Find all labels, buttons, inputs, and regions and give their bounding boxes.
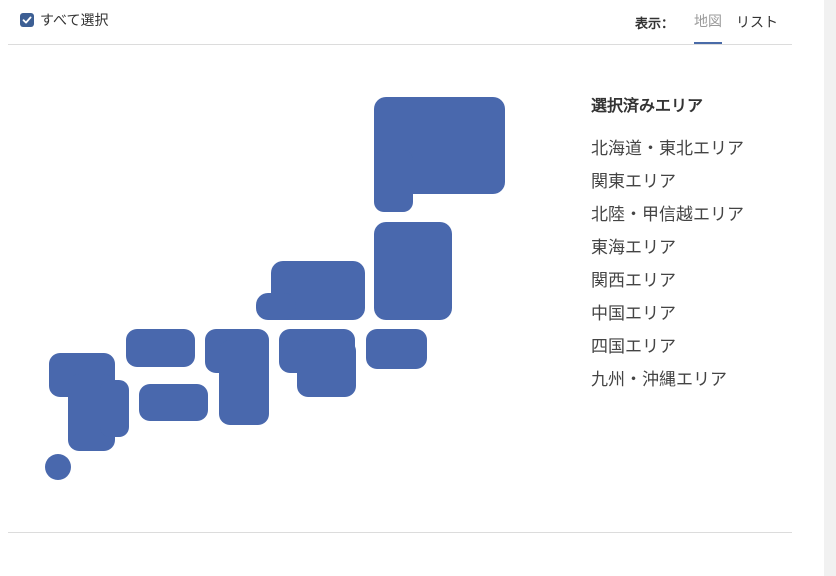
- region-shikoku[interactable]: [126, 329, 208, 421]
- list-item: 東海エリア: [591, 238, 676, 258]
- view-switch: 表示： 地図 リスト: [635, 0, 778, 44]
- selected-areas-list: 北海道・東北エリア 関東エリア 北陸・甲信越エリア 東海エリア 関西エリア 中国…: [591, 138, 791, 402]
- scrollbar-track[interactable]: [824, 0, 836, 576]
- selected-areas-title: 選択済みエリア: [591, 96, 704, 115]
- region-kansai[interactable]: [279, 329, 356, 397]
- list-item: 中国エリア: [591, 304, 676, 324]
- list-item: 関西エリア: [591, 271, 676, 291]
- region-chugoku[interactable]: [205, 329, 269, 425]
- area-selector-page: すべて選択 表示： 地図 リスト 選択済みエリア 北海道・東北エリア 関東エリア…: [0, 0, 836, 576]
- tab-map[interactable]: 地図: [694, 0, 722, 44]
- japan-region-map: [45, 97, 505, 480]
- list-item: 北陸・甲信越エリア: [591, 205, 744, 225]
- region-tokai[interactable]: [366, 329, 427, 369]
- view-label: 表示：: [634, 16, 674, 32]
- region-hokuriku-koshinetsu[interactable]: [256, 261, 365, 320]
- region-kanto[interactable]: [374, 222, 452, 320]
- region-kyushu-okinawa[interactable]: [45, 353, 129, 480]
- footer-divider: [8, 532, 792, 533]
- list-item: 北海道・東北エリア: [591, 139, 744, 159]
- list-item: 四国エリア: [591, 337, 676, 357]
- list-item: 関東エリア: [591, 172, 676, 192]
- selected-areas-panel: 選択済みエリア 北海道・東北エリア 関東エリア 北陸・甲信越エリア 東海エリア …: [591, 92, 791, 402]
- region-hokkaido-tohoku[interactable]: [374, 97, 505, 212]
- list-item: 九州・沖縄エリア: [591, 370, 727, 390]
- tab-list[interactable]: リスト: [736, 0, 778, 44]
